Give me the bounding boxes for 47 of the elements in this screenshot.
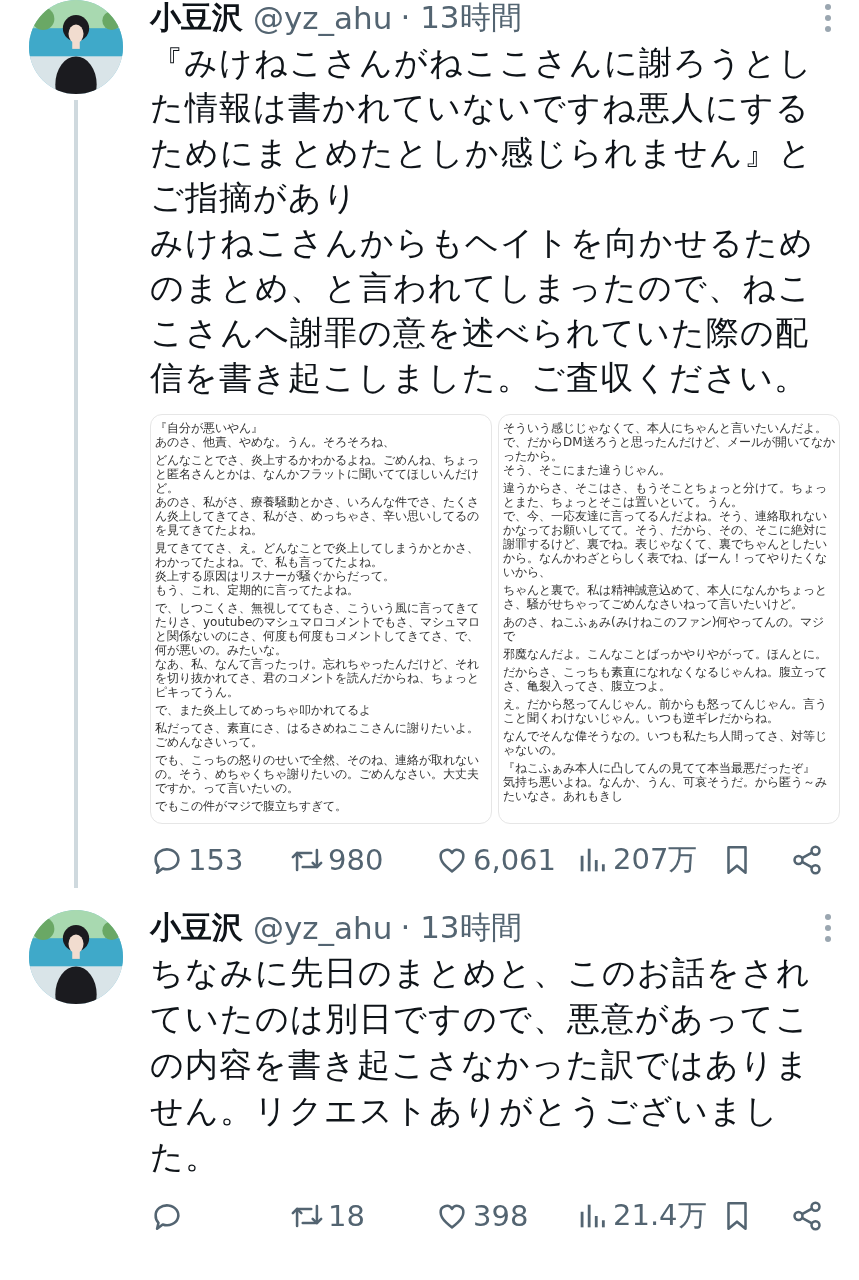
user-name[interactable]: 小豆沢 [150,0,243,39]
share-icon [790,1199,824,1233]
document-text: 邪魔なんだよ。こんなことばっかやりやがって。ほんとに。 [503,647,828,661]
tweet-text: 『みけねこさんがねここさんに謝ろうとした情報は書かれていないですね悪人にするためにまとめたとしか感じられません』とご指摘があり [150,42,814,219]
share-icon [790,843,824,877]
document-text: なあ、私、なんて言ったっけ。忘れちゃったんだけど、それを切り抜かれてさ、君のコメントを読んだからね、ちょっとピキってうん。 [155,657,480,699]
document-text: で、しつこくさ、無視しててもさ、こういう風に言ってきてたりさ、youtubeのマシュマロコメントでもさ、マシュマロと関係ないのにさ、何度も何度もコメントしてきてさ、で、何が悪いの。みたいな。 [155,601,482,657]
repost-button[interactable]: 980 [290,843,435,877]
document-text: 見てきててさ、え。どんなことで炎上してしまうかとかさ、わかってたよね。で、私も言ってたよね。 [155,541,480,569]
document-text: なんでそんな偉そうなの。いつも私たち人間ってさ、対等じゃないの。 [503,729,828,757]
document-text: どんなことでさ、炎上するかわかるよね。ごめんね、ちょっと匿名さんとかは、なんかフラットに聞いててほしいんだけど。 [155,453,480,495]
user-handle[interactable]: @yz_ahu [253,0,393,36]
document-text: で、また炎上してめっちゃ叩かれてるよ [155,703,372,717]
tweet-text: みけねこさんからもヘイトを向かせるためのまとめ、と言われてしまったので、ねここさんへ謝罪の意を述べられていた際の配信を書き起こしました。ご査収ください。 [150,222,815,399]
document-text: あのさ、ねこふぁみ(みけねこのファン)何やってんの。マジで [503,615,826,643]
document-text: 違うからさ、そこはさ、もうそことちょっと分けて。ちょっとまた、ちょっとそこは置いといて。うん。 [503,481,828,509]
user-handle[interactable]: @yz_ahu [253,910,393,946]
document-text: あのさ、他責、やめな。うん。そろそろね、 [155,435,396,449]
document-text: だからさ、こっちも素直になれなくなるじゃんね。腹立ってさ、亀裂入ってさ、腹立つよ。 [503,665,828,693]
tweet-text: ちなみに先日のまとめと、このお話をされていたのは別日ですので、悪意があってこの内容を書き起こさなかった訳ではありません。リクエストありがとうございました。 [150,952,812,1178]
document-text: もう、これ、定期的に言ってたよね。 [155,583,360,597]
document-text: あのさ、私がさ、療養騒動とかさ、いろんな件でさ、たくさん炎上してきてさ、私がさ、めっちゃさ、辛い思いしてるのを見てきてたよね。 [155,495,480,537]
document-text: そう、そこにまた違うじゃん。 [503,463,672,477]
repost-button[interactable]: 18 [290,1199,435,1233]
views-button[interactable]: 207万 [575,840,720,880]
reply-button[interactable]: 153 [150,843,290,877]
document-text: でも、こっちの怒りのせいで全然、そのね、連絡が取れないの。そう、めちゃくちゃ謝りたいの。ごめんなさい。大丈夫ですか。って言いたいの。 [155,753,480,795]
share-button[interactable] [790,843,824,877]
document-text: 気持ち悪いよね。なんか、うん、可哀そうだ。から匿う～みたいなさ。あれもきし [503,775,828,803]
user-name[interactable]: 小豆沢 [150,907,243,949]
like-button[interactable]: 6,061 [435,843,575,877]
like-button[interactable]: 398 [435,1199,575,1233]
document-text: そういう感じじゃなくて、本人にちゃんと言いたいんだよ。で、だからDM送ろうと思ったんだけど、メールが開いてなかったから。 [503,421,835,463]
document-text: 炎上する原因はリスナーが騒ぐからだって。 [155,569,396,583]
document-text: 私だってさ、素直にさ、はるさめねここさんに謝りたいよ。ごめんなさいって。 [155,721,480,749]
document-text: でもこの件がマジで腹立ちすぎて。 [155,799,348,813]
document-text: ちゃんと裏で。私は精神誠意込めて、本人になんかちょっとさ、騒がせちゃってごめんなさいねって言いたいけど。 [503,583,828,611]
document-image[interactable] [150,414,492,824]
timestamp[interactable]: · 13時間 [400,0,522,39]
document-text: え。だから怒ってんじゃん。前からも怒ってんじゃん。言うこと聞くわけないじゃん。いつも逆ギレだからね。 [503,697,828,725]
document-text: で、今、一応友達に言ってるんだよね。そう、連絡取れないかなってお願いしてて。そう、だから、その、そこに絶対に謝罪するけど、裏でね。表じゃなくて、裏でちゃんとしたいから。なんかわざとらしく表でね、ばーん！ってやりたくないから、 [503,509,828,579]
timestamp[interactable]: · 13時間 [400,907,522,949]
document-text: 『自分が悪いやん』 [155,421,264,435]
share-button[interactable] [790,1199,824,1233]
document-text: 『ねこふぁみ本人に凸してんの見てて本当最悪だったぞ』 [503,761,816,775]
document-image[interactable] [498,414,840,824]
views-button[interactable]: 21.4万 [575,1196,720,1236]
